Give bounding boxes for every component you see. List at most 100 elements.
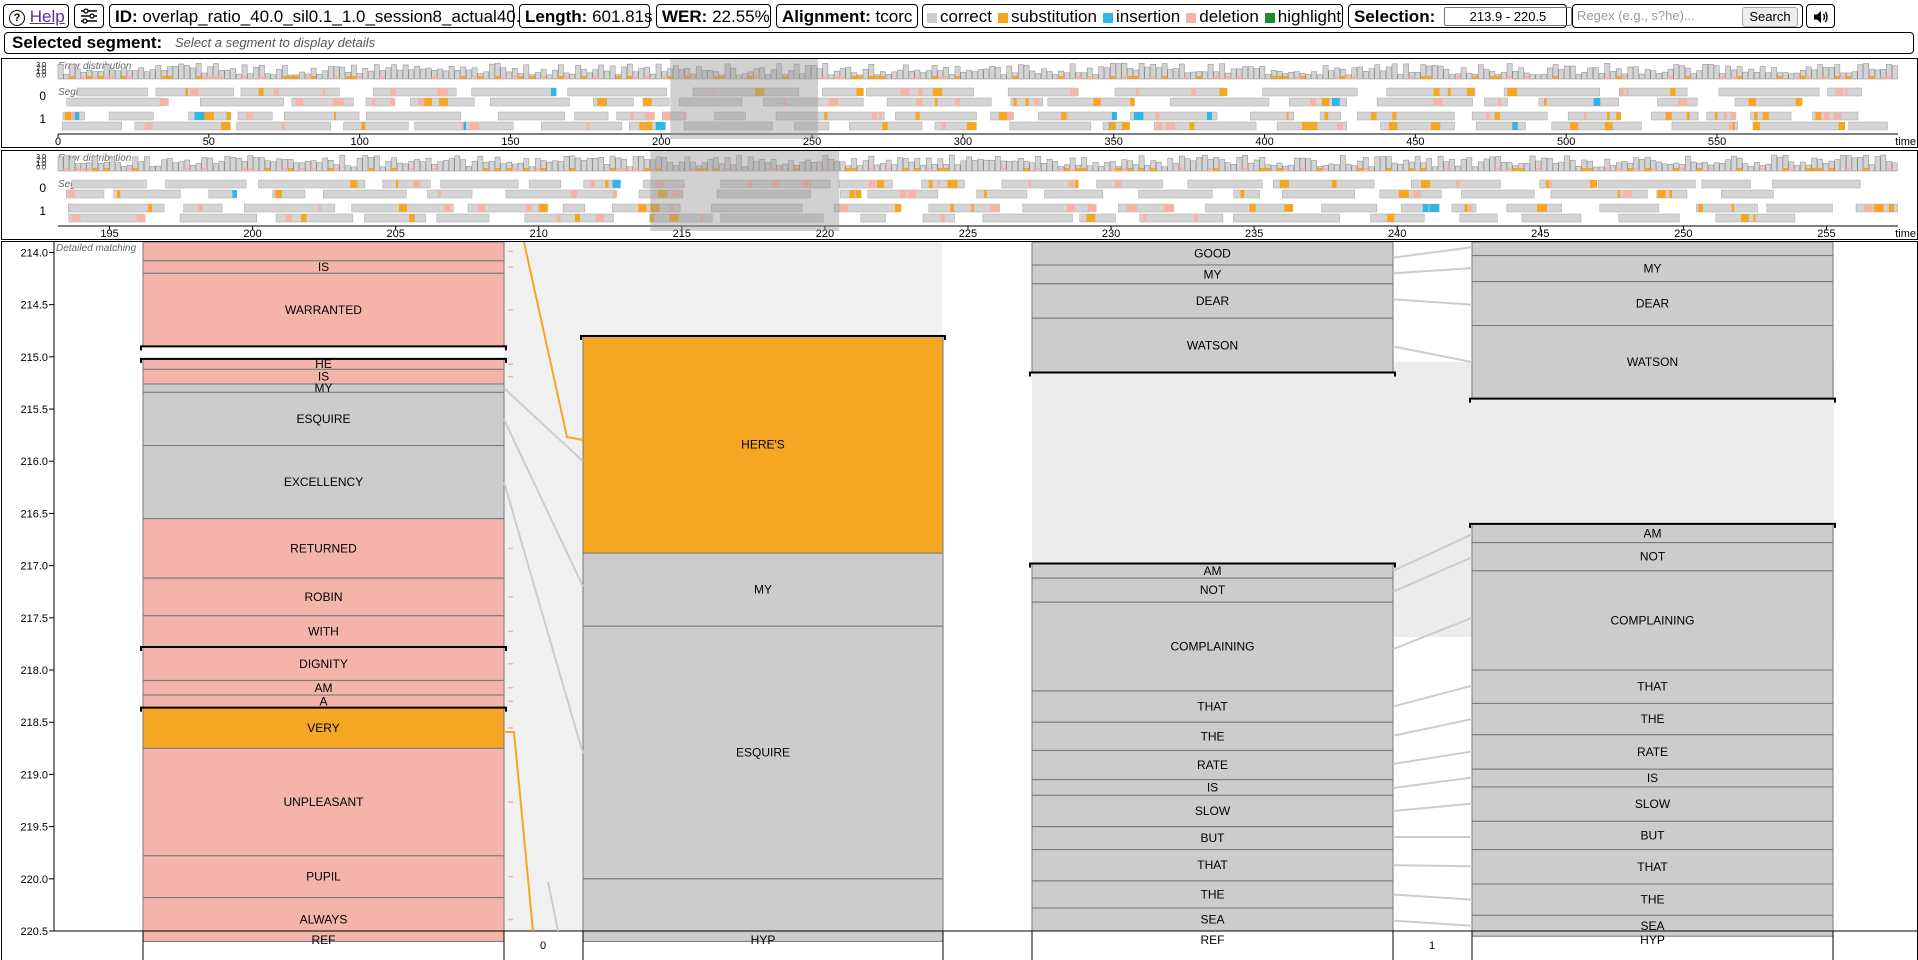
search-button[interactable]: Search (1742, 7, 1798, 27)
zoom-error-bar (1690, 161, 1697, 172)
zoom-segment-error (1429, 204, 1440, 212)
selection-input[interactable]: 213.9 - 220.5 (1443, 7, 1572, 26)
overview-error-mark (661, 76, 667, 79)
zoom-error-mark (1535, 168, 1541, 171)
overview-segment-error (1584, 112, 1587, 120)
overview-error-bar (362, 68, 369, 80)
overview-segment-error (258, 88, 264, 96)
zoom-segment (1506, 203, 1562, 213)
zoom-segment (1461, 189, 1535, 199)
zoom-y-tick-label: 0.0 (36, 165, 46, 172)
overview-error-bar (1765, 72, 1772, 80)
zoom-error-bar (270, 161, 277, 172)
zoom-segment-error (437, 190, 442, 198)
overview-error-bar (1253, 68, 1260, 80)
overview-error-mark (1886, 76, 1892, 79)
zoom-error-bar (236, 157, 242, 172)
overview-segment-error (1466, 88, 1475, 96)
overview-error-bar (1892, 65, 1898, 80)
overview-segment-error (941, 122, 946, 130)
overview-error-mark (937, 76, 943, 79)
zoom-error-bar (1328, 163, 1335, 172)
settings-button[interactable] (74, 4, 104, 28)
zoom-timeline[interactable]: 3.02.01.00.001195 200 205 210 215 220 225 230 23… (2, 151, 1918, 240)
overview-segment (1671, 121, 1738, 131)
help-button[interactable]: ? Help (3, 4, 69, 28)
overview-x-tick-label: 150 (501, 136, 519, 148)
zoom-error-bar (454, 155, 461, 172)
zoom-error-bar (339, 154, 346, 172)
zoom-segment (1282, 189, 1355, 199)
zoom-error-bar (420, 161, 426, 172)
detail-word-label: AM (1204, 564, 1222, 578)
zoom-segment-error (1413, 190, 1421, 198)
overview-panel[interactable]: Error distribution Segments 3.02.01.00.0… (1, 58, 1918, 148)
overview-error-bar (523, 64, 530, 80)
overview-error-mark (932, 76, 938, 79)
speaker-icon (1813, 11, 1828, 23)
overview-segment-error (1723, 112, 1727, 120)
zoom-error-mark (334, 168, 340, 171)
overview-error-bar (1000, 74, 1007, 80)
overview-error-mark (1133, 76, 1139, 79)
overview-error-bar (1179, 63, 1185, 80)
zoom-error-mark (914, 168, 920, 171)
overview-segment (1114, 87, 1224, 97)
zoom-panel[interactable]: Error distribution Segments 3.02.01.00.0… (1, 150, 1918, 240)
overview-error-bar (1219, 63, 1225, 80)
overview-segment-error (417, 98, 425, 106)
detail-panel[interactable]: 214.0 214.5 215.0 215.5 216.0 216.5 217.0 217.5… (1, 241, 1918, 960)
zoom-error-bar (966, 156, 972, 172)
overview-error-bar (609, 65, 616, 80)
zoom-segment (113, 189, 181, 199)
help-link[interactable]: Help (30, 7, 65, 26)
zoom-error-bar (293, 162, 300, 172)
zoom-error-mark (242, 168, 248, 171)
zoom-segment-error (950, 204, 955, 212)
zoom-error-mark (1616, 168, 1622, 171)
zoom-segment-error (612, 190, 618, 198)
detail-alignment-line (1392, 919, 1473, 927)
audio-button[interactable] (1806, 4, 1835, 28)
search-input[interactable]: Regex (e.g., s?he)... (1577, 7, 1739, 25)
detail-word-label: ESQUIRE (736, 745, 790, 759)
overview-error-bar (949, 74, 955, 80)
overview-error-mark (1840, 76, 1846, 79)
zoom-segment (1187, 179, 1263, 189)
overview-segment (1130, 111, 1218, 121)
zoom-error-mark (1863, 168, 1869, 171)
overview-error-bar (1098, 66, 1105, 80)
overview-timeline[interactable]: 3.02.01.00.0010 50 100 150 200 250 300 350 400 45… (2, 59, 1918, 148)
overview-segment-error (1762, 112, 1769, 120)
zoom-segment-error (556, 214, 561, 222)
zoom-error-bar (517, 162, 524, 172)
zoom-error-bar (138, 161, 144, 172)
detail-word-label: THAT (1197, 858, 1228, 872)
zoom-segment (1766, 203, 1833, 213)
zoom-error-mark (1035, 168, 1041, 171)
overview-error-mark (1282, 76, 1288, 79)
selection-label: Selection: (1354, 7, 1436, 26)
overview-error-mark (1668, 76, 1674, 79)
zoom-error-mark (621, 168, 627, 171)
overview-error-bar (1443, 68, 1450, 80)
detail-word-label: IS (318, 260, 329, 274)
zoom-error-bar (1271, 165, 1277, 172)
overview-error-bar (1754, 71, 1760, 80)
detail-matching-view[interactable]: 214.0 214.5 215.0 215.5 216.0 216.5 217.0 217.5… (2, 242, 1918, 960)
overview-x-tick-label: 550 (1708, 136, 1726, 148)
detail-alignment-line (1392, 776, 1473, 789)
zoom-segment-error (590, 180, 596, 188)
zoom-error-bar (1432, 166, 1438, 172)
overview-error-bar (276, 68, 282, 80)
zoom-error-bar (1541, 157, 1547, 172)
detail-word-label: SLOW (1635, 797, 1671, 811)
zoom-segment (1618, 213, 1680, 223)
overview-segment-error (64, 112, 72, 120)
overview-content: 3.02.01.00.0010 50 100 150 200 250 300 350 400 45… (36, 59, 1916, 148)
overview-segment-error (390, 98, 396, 106)
overview-error-bar (1052, 74, 1059, 80)
zoom-error-bar (581, 160, 587, 172)
zoom-segment (179, 213, 257, 223)
zoom-error-bar (546, 161, 553, 172)
